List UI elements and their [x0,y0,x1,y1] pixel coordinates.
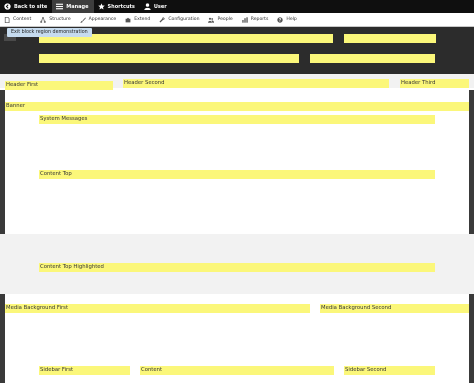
admin-menu-content-label: Content [13,17,32,22]
region-sidebar-second[interactable]: Sidebar Second [344,366,435,375]
people-icon [208,17,215,23]
admin-menu-people[interactable]: People [204,13,237,27]
admin-menu-content[interactable]: Content [0,13,36,27]
wrench-icon [159,16,165,23]
region-content[interactable]: Content [140,366,334,375]
toolbar-shortcuts[interactable]: Shortcuts [94,0,140,13]
admin-menu-reports[interactable]: Reports [238,13,274,27]
region-sidebar-first[interactable]: Sidebar First [39,366,130,375]
region-dark-bar-3[interactable] [39,54,299,63]
exit-demo-tooltip[interactable]: Exit block region demonstration [7,28,92,37]
toolbar-bar: Back to site Manage Shortcuts User [0,0,474,13]
admin-menu-help-label: Help [286,17,297,22]
toolbar-manage[interactable]: Manage [52,0,94,13]
admin-menu-extend[interactable]: Extend [121,13,155,27]
admin-menu-structure-label: Structure [49,17,71,22]
left-edge [0,90,5,234]
puzzle-icon [125,17,131,23]
region-dark-bar-2[interactable] [344,34,436,43]
back-arrow-icon [4,3,11,10]
region-dark-bar-4[interactable] [310,54,435,63]
region-banner[interactable]: Banner [5,102,469,111]
admin-menu-help[interactable]: ? Help [273,13,301,27]
region-header-second[interactable]: Header Second [123,79,389,88]
bar-chart-icon [242,16,248,23]
toolbar-user-label: User [153,3,167,10]
right-edge-lower [469,294,474,383]
star-icon [97,3,105,10]
toolbar-back-to-site-label: Back to site [14,3,48,10]
toolbar-manage-label: Manage [66,3,89,10]
admin-menu-people-label: People [217,17,233,22]
right-edge [469,90,474,234]
region-header-first[interactable]: Header First [5,81,113,90]
admin-menu-reports-label: Reports [250,17,269,22]
region-content-top[interactable]: Content Top [39,170,435,179]
paintbrush-icon [79,16,86,23]
toolbar-shortcuts-label: Shortcuts [107,3,135,10]
admin-menu-structure[interactable]: Structure [36,13,75,27]
admin-menu-tray: Content Structure Appearance Extend Conf… [0,13,474,27]
help-icon: ? [277,16,284,23]
sitemap-icon [40,16,46,23]
user-icon [144,3,151,10]
region-header-third[interactable]: Header Third [400,79,469,88]
region-system-messages[interactable]: System Messages [39,115,435,124]
hamburger-menu-icon [56,3,64,10]
admin-menu-configuration[interactable]: Configuration [155,13,204,27]
admin-menu-configuration-label: Configuration [168,17,200,22]
region-content-top-highlighted[interactable]: Content Top Highlighted [39,263,435,272]
document-icon [4,16,10,23]
admin-menu-extend-label: Extend [134,17,151,22]
region-media-background-first[interactable]: Media Background First [5,304,310,313]
toolbar-back-to-site[interactable]: Back to site [0,0,52,13]
admin-menu-appearance-label: Appearance [88,17,117,22]
toolbar-user[interactable]: User [140,0,172,13]
region-media-background-second[interactable]: Media Background Second [320,304,469,313]
admin-menu-appearance[interactable]: Appearance [76,13,122,27]
